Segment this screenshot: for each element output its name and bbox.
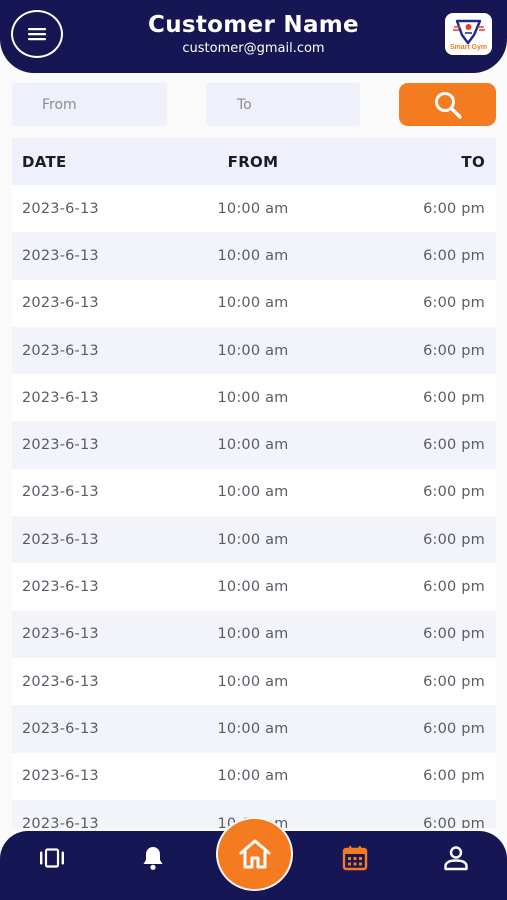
- cell-date: 2023-6-13: [22, 815, 99, 829]
- table-row[interactable]: 2023-6-13 10:00 am 6:00 pm: [12, 185, 496, 233]
- cell-to: 6:00 pm: [423, 247, 485, 264]
- nav-item-carousel[interactable]: [37, 843, 67, 873]
- cell-to: 6:00 pm: [423, 673, 485, 690]
- cell-from: 10:00 am: [217, 484, 289, 501]
- cell-from: 10:00 am: [217, 531, 289, 548]
- cell-date: 2023-6-13: [22, 389, 99, 406]
- user-info: Customer Name customer@gmail.com: [100, 12, 407, 57]
- cell-to: 6:00 pm: [423, 579, 485, 596]
- app-header: Customer Name customer@gmail.com Smart G…: [0, 0, 507, 73]
- cell-date: 2023-6-13: [22, 531, 99, 548]
- cell-date: 2023-6-13: [22, 768, 99, 785]
- cell-from: 10:00 am: [217, 626, 289, 643]
- cell-from: 10:00 am: [217, 247, 289, 264]
- cell-from: 10:00 am: [217, 579, 289, 596]
- cell-to: 6:00 pm: [423, 342, 485, 359]
- cell-from: 10:00 am: [217, 295, 289, 312]
- table-row[interactable]: 2023-6-13 10:00 am 6:00 pm: [12, 232, 496, 280]
- cell-to: 6:00 pm: [423, 531, 485, 548]
- table-row[interactable]: 2023-6-13 10:00 am 6:00 pm: [12, 752, 496, 800]
- table-row[interactable]: 2023-6-13 10:00 am 6:00 pm: [12, 468, 496, 517]
- carousel-icon: [40, 848, 64, 868]
- table-row[interactable]: 2023-6-13 10:00 am 6:00 pm: [12, 279, 496, 327]
- user-icon: [444, 846, 468, 871]
- table-row[interactable]: 2023-6-13 10:00 am 6:00 pm: [12, 516, 496, 564]
- cell-date: 2023-6-13: [22, 342, 99, 359]
- cell-to: 6:00 pm: [423, 768, 485, 785]
- cell-from: 10:00 am: [217, 389, 289, 406]
- bell-icon: [143, 847, 163, 870]
- table-row[interactable]: 2023-6-13 10:00 am 6:00 pm: [12, 326, 496, 375]
- cell-from: 10:00 am: [217, 342, 289, 359]
- cell-date: 2023-6-13: [22, 295, 99, 312]
- cell-to: 6:00 pm: [423, 815, 485, 829]
- cell-to: 6:00 pm: [423, 200, 485, 217]
- cell-to: 6:00 pm: [423, 484, 485, 501]
- to-date-field[interactable]: To: [206, 83, 360, 126]
- user-name: Customer Name: [148, 12, 359, 38]
- from-placeholder: From: [42, 96, 77, 113]
- hamburger-menu-icon: [28, 28, 46, 41]
- cell-from: 10:00 am: [217, 720, 289, 737]
- from-date-field[interactable]: From: [12, 83, 167, 126]
- cell-to: 6:00 pm: [423, 389, 485, 406]
- search-icon: [434, 91, 462, 119]
- column-header-to: TO: [461, 152, 485, 171]
- cell-date: 2023-6-13: [22, 579, 99, 596]
- cell-to: 6:00 pm: [423, 626, 485, 643]
- cell-date: 2023-6-13: [22, 437, 99, 454]
- table-header: DATE FROM TO: [12, 138, 496, 185]
- smart-gym-logo[interactable]: Smart Gym: [445, 13, 492, 55]
- cell-from: 10:00 am: [217, 768, 289, 785]
- cell-date: 2023-6-13: [22, 200, 99, 217]
- search-button[interactable]: [399, 83, 496, 126]
- cell-date: 2023-6-13: [22, 720, 99, 737]
- home-icon: [239, 839, 270, 869]
- cell-to: 6:00 pm: [423, 720, 485, 737]
- column-header-date: DATE: [22, 152, 67, 171]
- cell-to: 6:00 pm: [423, 295, 485, 312]
- table-row[interactable]: 2023-6-13 10:00 am 6:00 pm: [12, 563, 496, 611]
- cell-to: 6:00 pm: [423, 437, 485, 454]
- user-email: customer@gmail.com: [182, 41, 325, 56]
- table-row[interactable]: 2023-6-13 10:00 am 6:00 pm: [12, 610, 496, 658]
- nav-item-profile[interactable]: [441, 843, 471, 873]
- table-row[interactable]: 2023-6-13 10:00 am 6:00 pm: [12, 421, 496, 469]
- menu-button[interactable]: [11, 10, 63, 58]
- table-row[interactable]: 2023-6-13 10:00 am 6:00 pm: [12, 657, 496, 706]
- cell-date: 2023-6-13: [22, 247, 99, 264]
- cell-date: 2023-6-13: [22, 484, 99, 501]
- nav-item-calendar[interactable]: [340, 843, 370, 873]
- table-row[interactable]: 2023-6-13 10:00 am 6:00 pm: [12, 374, 496, 422]
- cell-date: 2023-6-13: [22, 673, 99, 690]
- cell-from: 10:00 am: [217, 437, 289, 454]
- to-placeholder: To: [237, 96, 252, 113]
- table-row[interactable]: 2023-6-13 10:00 am 6:00 pm: [12, 705, 496, 753]
- column-header-from: FROM: [227, 152, 279, 171]
- cell-from: 10:00 am: [217, 200, 289, 217]
- cell-from: 10:00 am: [217, 673, 289, 690]
- logo-text: Smart Gym: [449, 44, 488, 51]
- cell-date: 2023-6-13: [22, 626, 99, 643]
- attendance-table: DATE FROM TO 2023-6-13 10:00 am 6:00 pm …: [12, 138, 496, 828]
- calendar-icon: [342, 846, 368, 871]
- nav-item-notifications[interactable]: [138, 843, 168, 873]
- home-button[interactable]: [218, 819, 291, 889]
